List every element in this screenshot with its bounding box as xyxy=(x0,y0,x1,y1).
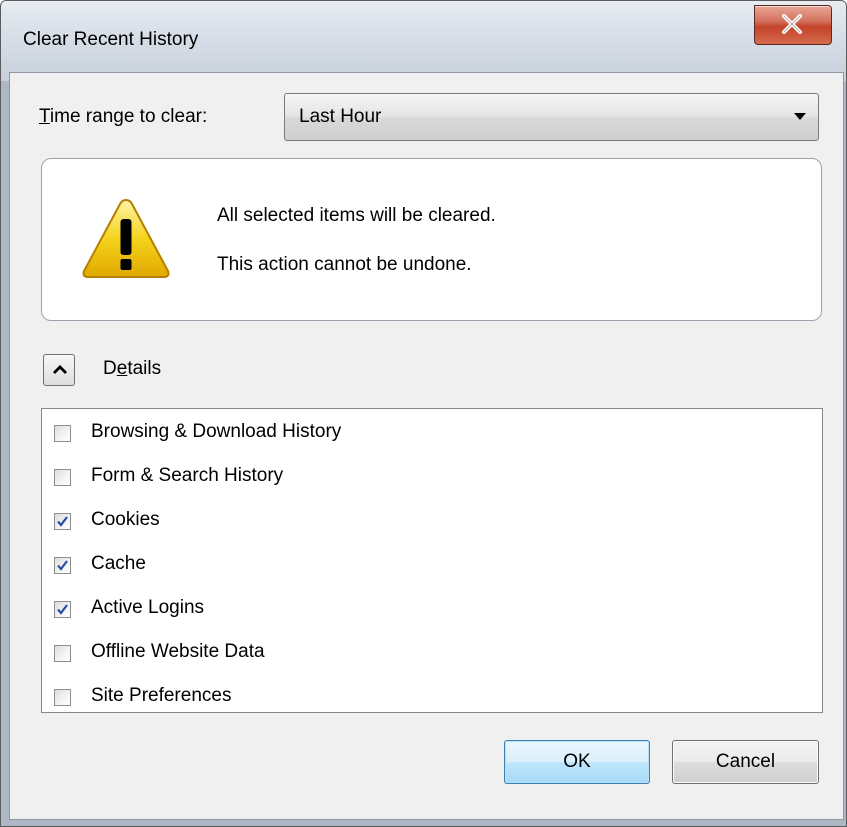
list-item-cookies[interactable]: Cookies xyxy=(54,507,794,537)
checkmark-icon xyxy=(57,560,68,571)
checkbox[interactable] xyxy=(54,425,71,442)
details-toggle-button[interactable] xyxy=(43,354,75,386)
details-accelerator: e xyxy=(116,358,128,379)
warning-text-line2: This action cannot be undone. xyxy=(217,254,472,275)
close-icon xyxy=(782,14,802,34)
time-range-select[interactable]: Last Hour xyxy=(284,93,819,141)
item-label: Form & Search History xyxy=(91,465,284,486)
details-label[interactable]: Details xyxy=(103,358,161,380)
checkmark-icon xyxy=(57,604,68,615)
warning-box: All selected items will be cleared. This… xyxy=(41,158,822,321)
warning-triangle-icon xyxy=(82,198,170,278)
item-label: Active Logins xyxy=(91,597,205,618)
window-title: Clear Recent History xyxy=(23,29,199,50)
checkmark-icon xyxy=(57,516,68,527)
checkbox[interactable] xyxy=(54,469,71,486)
list-item-site-preferences[interactable]: Site Preferences xyxy=(54,683,794,713)
item-label: Cookies xyxy=(91,509,160,530)
checkbox[interactable] xyxy=(54,689,71,706)
history-items-list: Browsing & Download History Form & Searc… xyxy=(41,408,823,713)
checkbox-checked[interactable] xyxy=(54,601,71,618)
checkbox-checked[interactable] xyxy=(54,557,71,574)
item-label: Site Preferences xyxy=(91,685,232,706)
list-item-browsing-download-history[interactable]: Browsing & Download History xyxy=(54,419,794,449)
ok-button[interactable]: OK xyxy=(504,740,650,784)
time-range-label: Time range to clear: xyxy=(39,106,208,127)
dialog-body: Time range to clear: Last Hour All selec… xyxy=(9,72,844,820)
title-bar[interactable]: Clear Recent History xyxy=(1,1,846,81)
item-label: Offline Website Data xyxy=(91,641,265,662)
time-range-value: Last Hour xyxy=(299,106,382,127)
item-label: Cache xyxy=(91,553,146,574)
list-item-form-search-history[interactable]: Form & Search History xyxy=(54,463,794,493)
chevron-up-icon xyxy=(53,365,67,374)
dropdown-arrow-icon xyxy=(794,113,806,120)
close-button[interactable] xyxy=(754,5,832,45)
list-item-cache[interactable]: Cache xyxy=(54,551,794,581)
item-label: Browsing & Download History xyxy=(91,421,342,442)
list-item-active-logins[interactable]: Active Logins xyxy=(54,595,794,625)
cancel-button[interactable]: Cancel xyxy=(672,740,819,784)
warning-text-line1: All selected items will be cleared. xyxy=(217,205,496,226)
clear-history-dialog: Clear Recent History Time range to clear… xyxy=(0,0,847,827)
list-item-offline-website-data[interactable]: Offline Website Data xyxy=(54,639,794,669)
checkbox[interactable] xyxy=(54,645,71,662)
checkbox-checked[interactable] xyxy=(54,513,71,530)
time-range-accelerator: T xyxy=(39,106,50,127)
